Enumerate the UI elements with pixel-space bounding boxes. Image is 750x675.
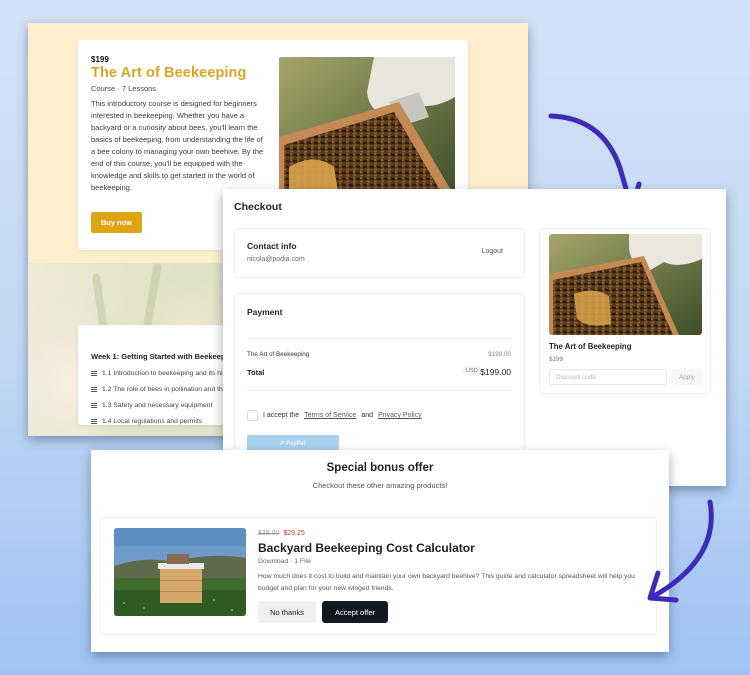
line-item-price: $199.00 xyxy=(488,351,511,358)
bonus-offer-window: Special bonus offer Checkout these other… xyxy=(91,450,669,652)
list-lines-icon xyxy=(91,387,97,392)
discount-code-input[interactable] xyxy=(549,369,667,385)
offer-title: Special bonus offer xyxy=(326,462,434,474)
logout-button[interactable]: Logout xyxy=(482,248,503,255)
offer-product-title: Backyard Beekeeping Cost Calculator xyxy=(258,541,475,555)
and-text: and xyxy=(361,412,374,419)
contact-email: nicola@podia.com xyxy=(247,256,305,263)
original-price: $39.00 xyxy=(258,530,280,537)
week-title: Week 1: Getting Started with Beekeeping xyxy=(91,352,237,361)
lesson-item[interactable]: 1.3 Safety and necessary equipment xyxy=(91,402,212,409)
total-label: Total xyxy=(247,368,265,377)
offer-product-meta: Download · 1 File xyxy=(258,558,311,565)
lesson-item[interactable]: 1.1 Introduction to beekeeping and its h… xyxy=(91,370,237,377)
offer-product-image xyxy=(114,528,246,616)
offer-subtitle: Checkout these other amazing products! xyxy=(312,481,448,490)
currency-badge: USD xyxy=(461,366,482,376)
discounted-price: $29.25 xyxy=(283,530,305,537)
order-summary: The Art of Beekeeping $199 Apply xyxy=(539,228,711,394)
apply-button[interactable]: Apply xyxy=(671,369,703,385)
total-amount: $199.00 xyxy=(480,367,511,377)
line-item-name: The Art of Beekeeping xyxy=(247,351,310,358)
divider xyxy=(247,338,511,339)
lesson-label: 1.3 Safety and necessary equipment xyxy=(102,402,213,409)
list-lines-icon xyxy=(91,371,97,376)
summary-price: $199 xyxy=(549,356,564,363)
contact-info-section: Contact info nicola@podia.com Logout xyxy=(234,228,525,278)
course-description: This introductory course is designed for… xyxy=(91,99,264,192)
course-price: $199 xyxy=(91,55,109,64)
summary-title: The Art of Beekeeping xyxy=(549,342,632,351)
offer-product-card: $39.00 $29.25 Backyard Beekeeping Cost C… xyxy=(100,517,657,635)
course-image xyxy=(279,57,455,197)
list-lines-icon xyxy=(91,403,97,408)
privacy-policy-link[interactable]: Privacy Policy xyxy=(378,412,422,419)
contact-info-title: Contact info xyxy=(247,241,297,251)
offer-price: $39.00 $29.25 xyxy=(258,530,305,537)
no-thanks-button[interactable]: No thanks xyxy=(258,601,316,623)
checkout-title: Checkout xyxy=(234,201,282,213)
terms-checkbox[interactable] xyxy=(247,410,258,421)
course-meta: Course · 7 Lessons xyxy=(91,84,157,93)
payment-title: Payment xyxy=(247,307,283,317)
terms-of-service-link[interactable]: Terms of Service xyxy=(304,412,356,419)
terms-acceptance: I accept the Terms of Service and Privac… xyxy=(247,410,422,421)
accept-text: I accept the xyxy=(263,412,300,419)
lesson-item[interactable]: 1.4 Local regulations and permits xyxy=(91,418,202,425)
checkout-window: Checkout Contact info nicola@podia.com L… xyxy=(223,189,726,486)
buy-now-button[interactable]: Buy now xyxy=(91,212,142,233)
summary-product-image xyxy=(549,234,702,335)
lesson-label: 1.4 Local regulations and permits xyxy=(102,418,203,425)
divider xyxy=(247,390,511,391)
offer-product-description: How much does it cost to build and maint… xyxy=(258,573,635,592)
list-lines-icon xyxy=(91,419,97,424)
lesson-label: 1.1 Introduction to beekeeping and its h… xyxy=(102,370,238,377)
course-title: The Art of Beekeeping xyxy=(91,65,247,81)
accept-offer-button[interactable]: Accept offer xyxy=(322,601,388,623)
